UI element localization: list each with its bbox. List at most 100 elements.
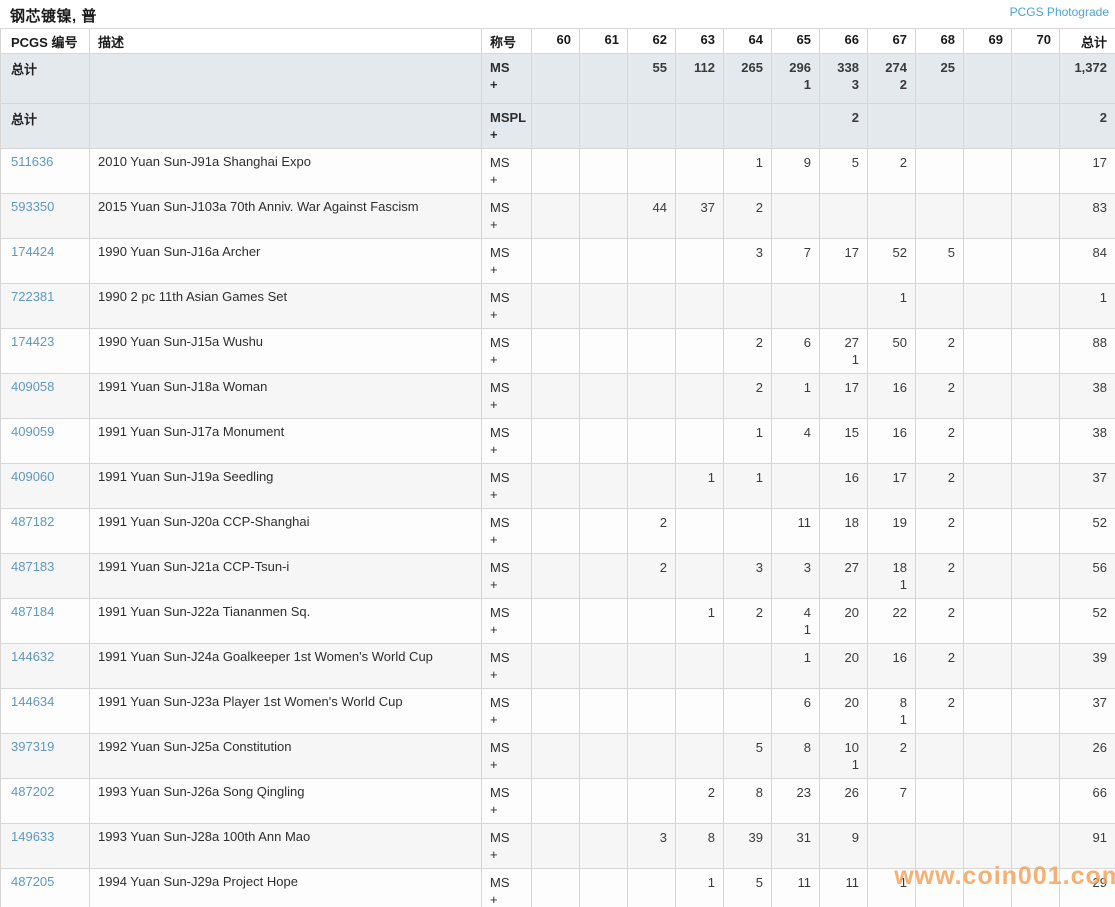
grade-cell-63: 2 — [675, 778, 724, 824]
grade-cell-60 — [531, 778, 580, 824]
grade-cell-70 — [1011, 733, 1060, 779]
grade-cell-70 — [1011, 868, 1060, 907]
grade-cell-64: 265 — [723, 53, 772, 104]
grade-cell-63: 112 — [675, 53, 724, 104]
grade-cell-70 — [1011, 418, 1060, 464]
total-cell: 38 — [1059, 418, 1115, 464]
pcgs-photograde-link[interactable]: PCGS Photograde — [1010, 5, 1111, 19]
grade-cell-66: 18 — [819, 508, 868, 554]
description-cell: 1991 Yuan Sun-J20a CCP-Shanghai — [89, 508, 482, 554]
pcgs-number-link[interactable]: 487182 — [11, 514, 54, 529]
header-grade-70: 70 — [1011, 28, 1060, 54]
grade-cell-67: 17 — [867, 463, 916, 509]
grade-cell-60 — [531, 373, 580, 419]
designation-line: MS — [490, 875, 510, 890]
pcgs-number-link[interactable]: 487184 — [11, 604, 54, 619]
grade-cell-67: 19 — [867, 508, 916, 554]
pcgs-number-link[interactable]: 174423 — [11, 334, 54, 349]
designation-line: + — [490, 622, 498, 637]
grade-cell-65: 41 — [771, 598, 820, 644]
grade-cell-67 — [867, 823, 916, 869]
grade-cell-69 — [963, 148, 1012, 194]
grade-cell-61 — [579, 418, 628, 464]
grade-cell-66: 17 — [819, 373, 868, 419]
grade-cell-60 — [531, 103, 580, 149]
designation-cell: MS + — [481, 193, 532, 239]
grade-cell-70 — [1011, 373, 1060, 419]
grade-cell-69 — [963, 418, 1012, 464]
description-cell: 1994 Yuan Sun-J29a Project Hope — [89, 868, 482, 907]
pcgs-number-link[interactable]: 487183 — [11, 559, 54, 574]
grade-cell-66: 11 — [819, 868, 868, 907]
grade-cell-63: 1 — [675, 868, 724, 907]
grade-cell-69 — [963, 283, 1012, 329]
grade-cell-62 — [627, 238, 676, 284]
grade-cell-64: 2 — [723, 193, 772, 239]
grade-cell-68 — [915, 823, 964, 869]
grade-cell-69 — [963, 733, 1012, 779]
table-row: 149633 1993 Yuan Sun-J28a 100th Ann Mao MS… — [0, 823, 1115, 869]
pcgs-number-link[interactable]: 149633 — [11, 829, 54, 844]
pcgs-number-cell: 174423 — [0, 328, 90, 374]
pcgs-number-link[interactable]: 487202 — [11, 784, 54, 799]
grade-cell-61 — [579, 598, 628, 644]
grade-cell-61 — [579, 868, 628, 907]
pcgs-number-link[interactable]: 409059 — [11, 424, 54, 439]
grade-cell-65 — [771, 463, 820, 509]
pcgs-number-link[interactable]: 174424 — [11, 244, 54, 259]
total-cell: 29 — [1059, 868, 1115, 907]
grade-cell-63 — [675, 508, 724, 554]
grade-cell-66: 27 — [819, 553, 868, 599]
designation-line: + — [490, 667, 498, 682]
grade-cell-70 — [1011, 103, 1060, 149]
grade-cell-69 — [963, 508, 1012, 554]
grade-cell-70 — [1011, 328, 1060, 374]
pcgs-number-cell: 174424 — [0, 238, 90, 284]
grade-cell-61 — [579, 328, 628, 374]
grade-cell-64: 5 — [723, 733, 772, 779]
grade-cell-65: 296 1 — [771, 53, 820, 104]
designation-line: + — [490, 532, 498, 547]
designation-line: + — [490, 802, 498, 817]
grade-cell-66: 27 1 — [819, 328, 868, 374]
designation-line: + — [490, 307, 498, 322]
grade-cell-61 — [579, 688, 628, 734]
designation-cell: MS + — [481, 598, 532, 644]
grade-cell-63 — [675, 688, 724, 734]
grade-cell-66: 26 — [819, 778, 868, 824]
grade-cell-70 — [1011, 553, 1060, 599]
description-cell: 1991 Yuan Sun-J18a Woman — [89, 373, 482, 419]
grade-cell-65: 11 — [771, 508, 820, 554]
designation-line: MS — [490, 290, 510, 305]
designation-line: + — [490, 442, 498, 457]
pcgs-number-link[interactable]: 511636 — [11, 154, 53, 169]
grade-cell-60 — [531, 328, 580, 374]
pcgs-number-cell: 487202 — [0, 778, 90, 824]
pcgs-number-cell: 409058 — [0, 373, 90, 419]
designation-line: MS — [490, 830, 510, 845]
pcgs-number-link[interactable]: 409058 — [11, 379, 54, 394]
table-row: 487205 1994 Yuan Sun-J29a Project Hope MS +… — [0, 868, 1115, 907]
grade-cell-63 — [675, 553, 724, 599]
pcgs-number-link[interactable]: 144632 — [11, 649, 54, 664]
total-cell: 52 — [1059, 598, 1115, 644]
grade-cell-65: 11 — [771, 868, 820, 907]
table-row: 144632 1991 Yuan Sun-J24a Goalkeeper 1st … — [0, 643, 1115, 689]
pcgs-number-link[interactable]: 144634 — [11, 694, 54, 709]
pcgs-number-link[interactable]: 409060 — [11, 469, 54, 484]
designation-line: MS — [490, 380, 510, 395]
pcgs-number-cell: 593350 — [0, 193, 90, 239]
grade-cell-69 — [963, 193, 1012, 239]
pcgs-number-link[interactable]: 722381 — [11, 289, 54, 304]
pcgs-number-link[interactable]: 397319 — [11, 739, 54, 754]
grade-cell-70 — [1011, 643, 1060, 689]
summary-label: 总计 — [11, 112, 38, 127]
grade-cell-69 — [963, 643, 1012, 689]
grade-cell-66: 20 — [819, 598, 868, 644]
pcgs-number-link[interactable]: 593350 — [11, 199, 54, 214]
grade-cell-69 — [963, 328, 1012, 374]
grade-cell-62 — [627, 103, 676, 149]
pcgs-number-link[interactable]: 487205 — [11, 874, 54, 889]
grade-cell-68 — [915, 103, 964, 149]
grade-cell-67: 2 — [867, 733, 916, 779]
